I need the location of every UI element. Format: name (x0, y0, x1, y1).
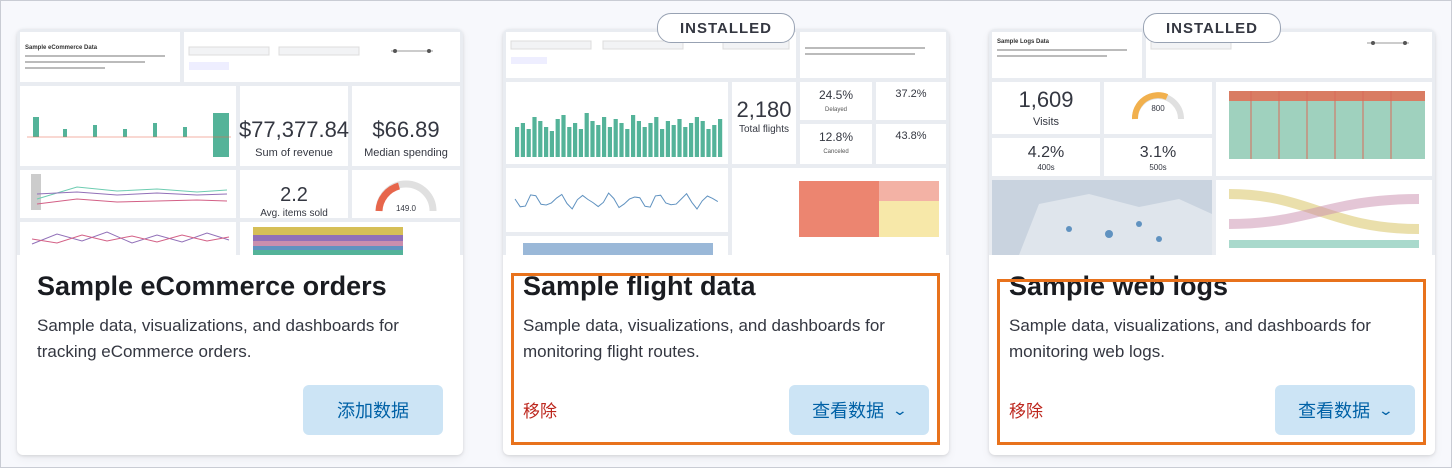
thumb-stat-total: 2,180 (736, 97, 791, 122)
thumb-bar (619, 123, 624, 157)
thumb-bar (712, 125, 717, 157)
thumb-stat-revenue: $77,377.84 (239, 117, 349, 142)
thumb-pct-400: 4.2% (1028, 144, 1064, 161)
thumb-bar (596, 125, 601, 157)
thumb-delayed-pct: 24.5% (819, 88, 853, 102)
thumb-bar (625, 129, 630, 157)
remove-link[interactable]: 移除 (1009, 397, 1043, 422)
thumb-pct-a: 37.2% (895, 88, 926, 100)
thumb-bar (526, 129, 531, 157)
add-data-button[interactable]: 添加数据 (303, 385, 443, 435)
card-title: Sample eCommerce orders (37, 271, 387, 301)
thumb-bar (555, 119, 560, 157)
thumbnail-ecommerce-dashboard: Sample eCommerce Data $77,377.84 Sum of (17, 29, 463, 255)
thumb-pct-500: 3.1% (1140, 144, 1176, 161)
thumb-bar (538, 121, 543, 157)
thumb-bar (671, 125, 676, 157)
thumb-visits: 1,609 (1018, 87, 1073, 112)
chevron-down-icon: ⌄ (891, 401, 909, 418)
thumb-delayed-label: Delayed (825, 107, 847, 113)
thumbnail-weblogs-dashboard: Sample Logs Data 1,609 Visits 800 4.2% 4… (989, 29, 1435, 255)
thumb-stat-items: 2.2 (280, 184, 308, 206)
view-data-button[interactable]: 查看数据 ⌄ (1275, 385, 1415, 435)
thumb-gauge-value: 800 (1151, 104, 1165, 113)
thumb-bar (532, 117, 537, 157)
thumb-visits-label: Visits (1033, 116, 1060, 128)
remove-link[interactable]: 移除 (523, 397, 557, 422)
card-description: Sample data, visualizations, and dashboa… (523, 316, 885, 361)
thumb-bar (642, 127, 647, 157)
thumb-bar (660, 129, 665, 157)
thumb-bar (613, 119, 618, 157)
thumb-bar (677, 119, 682, 157)
thumb-stat-total-label: Total flights (739, 124, 789, 135)
thumb-stat-revenue-label: Sum of revenue (255, 147, 333, 159)
thumb-bar (590, 121, 595, 157)
thumb-bar (718, 119, 723, 157)
thumb-bar (549, 131, 554, 157)
thumb-canceled-label: Canceled (823, 149, 848, 155)
thumb-bar (602, 117, 607, 157)
thumb-stat-items-label: Avg. items sold (260, 208, 328, 219)
thumb-bar (694, 117, 699, 157)
thumb-header-title: Sample eCommerce Data (25, 45, 98, 51)
view-data-button-label: 查看数据 (812, 401, 885, 421)
chevron-down-icon: ⌄ (1377, 401, 1395, 418)
thumb-label-500: 500s (1149, 163, 1166, 172)
thumb-label-400: 400s (1037, 163, 1054, 172)
thumb-bar (584, 113, 589, 157)
thumb-stat-median: $66.89 (372, 117, 439, 142)
thumb-bar (607, 127, 612, 157)
thumb-gauge-value: 149.0 (396, 204, 417, 213)
thumb-bar (544, 127, 549, 157)
card-weblogs: INSTALLED Sample Logs Data 1,609 Visits … (989, 13, 1435, 455)
thumb-bar (578, 129, 583, 157)
thumb-pct-b: 43.8% (895, 130, 926, 142)
thumb-bar (689, 123, 694, 157)
thumb-canceled-pct: 12.8% (819, 130, 853, 144)
card-flights: INSTALLED 2,180 Total flights 24.5% Dela… (503, 13, 949, 455)
thumb-bar (573, 123, 578, 157)
card-ecommerce: Sample eCommerce Data $77,377.84 Sum of (17, 29, 463, 455)
card-description: Sample data, visualizations, and dashboa… (37, 316, 399, 361)
thumb-bar (520, 123, 525, 157)
thumb-bar (636, 121, 641, 157)
card-title: Sample web logs (1009, 271, 1229, 301)
card-description: Sample data, visualizations, and dashboa… (1009, 316, 1371, 361)
thumb-stat-median-label: Median spending (364, 147, 448, 159)
thumb-header-title: Sample Logs Data (997, 39, 1050, 45)
thumb-bar (561, 115, 566, 157)
thumb-bar (706, 129, 711, 157)
add-data-button-label: 添加数据 (337, 401, 409, 421)
thumb-bar (648, 123, 653, 157)
thumb-bar (515, 127, 520, 157)
thumb-bar (700, 121, 705, 157)
installed-badge: INSTALLED (656, 13, 796, 43)
thumb-bar (665, 121, 670, 157)
card-title: Sample flight data (523, 271, 756, 301)
thumb-bar (683, 127, 688, 157)
installed-badge: INSTALLED (1142, 13, 1282, 43)
thumb-bar (567, 127, 572, 157)
thumb-bar (654, 117, 659, 157)
thumbnail-flights-dashboard: 2,180 Total flights 24.5% Delayed 37.2% … (503, 29, 949, 255)
view-data-button-label: 查看数据 (1298, 401, 1371, 421)
thumb-bar (631, 115, 636, 157)
view-data-button[interactable]: 查看数据 ⌄ (789, 385, 929, 435)
